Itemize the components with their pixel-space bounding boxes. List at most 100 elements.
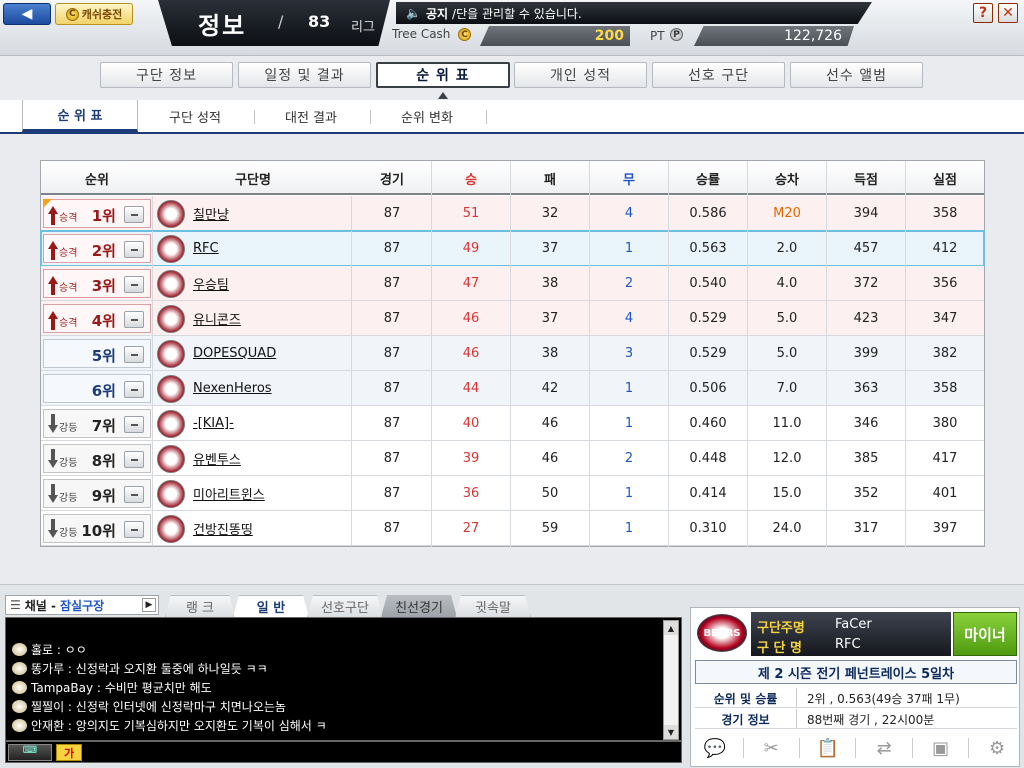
cell-gb: 7.0 bbox=[776, 381, 798, 396]
team-logo-icon bbox=[157, 514, 185, 543]
tab-standings[interactable]: 순 위 표 bbox=[376, 62, 510, 88]
scroll-up-icon[interactable]: ▲ bbox=[664, 621, 678, 635]
rank-minus-button[interactable] bbox=[124, 416, 144, 433]
tab-schedule[interactable]: 일정 및 결과 bbox=[238, 62, 371, 88]
tab-player-album[interactable]: 선수 앨범 bbox=[790, 62, 923, 88]
rank-info-row: 순위 및 승률 2위 , 0.563(49승 37패 1무) bbox=[695, 688, 1017, 708]
chat-bubble-icon[interactable]: 💬 bbox=[703, 737, 727, 759]
chat-tab-favorite[interactable]: 선호구단 bbox=[307, 595, 383, 617]
pt-coin-icon: P bbox=[670, 28, 683, 41]
rank-minus-button[interactable] bbox=[124, 276, 144, 293]
game-info-value: 88번째 경기 , 22시00분 bbox=[807, 712, 935, 727]
header-losses: 패 bbox=[544, 172, 556, 188]
notice-label: 공지 bbox=[425, 6, 449, 21]
channel-selector[interactable]: ☰ 채널 - 잠실구장 ▶ bbox=[5, 595, 159, 615]
my-team-header: 구단주명 FaCer 구 단 명 RFC bbox=[751, 612, 951, 656]
team-name-link[interactable]: 유니콘즈 bbox=[193, 309, 241, 328]
subtab-standings[interactable]: 순 위 표 bbox=[22, 100, 138, 132]
notice-text: /단을 관리할 수 있습니다. bbox=[452, 6, 582, 21]
chat-tab-general[interactable]: 일 반 bbox=[233, 595, 309, 617]
settings-icon[interactable]: ⚙ bbox=[985, 737, 1009, 759]
rank-minus-button[interactable] bbox=[124, 486, 144, 503]
rank-minus-button[interactable] bbox=[124, 206, 144, 223]
clipboard-icon[interactable]: 📋 bbox=[816, 737, 840, 759]
back-button[interactable]: ◀ bbox=[3, 3, 51, 25]
rank-minus-button[interactable] bbox=[124, 241, 144, 258]
team-name-link[interactable]: 유벤투스 bbox=[193, 449, 241, 468]
table-row[interactable]: 승격 4위 유니콘즈 87 46 37 4 0.529 5.0 423 347 bbox=[41, 301, 984, 336]
cell-g: 87 bbox=[383, 276, 401, 291]
scroll-down-icon[interactable]: ▼ bbox=[664, 725, 678, 739]
team-name-link[interactable]: 우승팀 bbox=[193, 274, 229, 293]
league-info-panel: 정보 / 83 리그 bbox=[158, 0, 390, 46]
cell-pct: 0.460 bbox=[689, 416, 727, 431]
team-name-link[interactable]: DOPESQUAD bbox=[193, 346, 276, 361]
table-row[interactable]: 승격 1위 칠만냥 87 51 32 4 0.586 M20 394 358 bbox=[41, 196, 984, 231]
team-name-link[interactable]: RFC bbox=[193, 241, 219, 256]
cell-ra: 347 bbox=[932, 311, 958, 326]
rank-box: 승격 4위 bbox=[43, 304, 151, 333]
relegation-arrow-icon bbox=[48, 484, 58, 504]
tab-player-stats[interactable]: 개인 성적 bbox=[514, 62, 647, 88]
subtab-divider bbox=[254, 110, 255, 124]
cell-d: 4 bbox=[624, 311, 634, 326]
subtab-matchups[interactable]: 대전 결과 bbox=[256, 100, 366, 132]
team-name: RFC bbox=[835, 637, 861, 652]
team-name-link[interactable]: 미아리트윈스 bbox=[193, 484, 265, 503]
team-name-link[interactable]: 칠만냥 bbox=[193, 204, 229, 223]
subtab-rank-changes[interactable]: 순위 변화 bbox=[372, 100, 482, 132]
subtab-team-stats[interactable]: 구단 성적 bbox=[140, 100, 250, 132]
chat-tab-friendly[interactable]: 친선경기 bbox=[381, 595, 457, 617]
help-button[interactable]: ? bbox=[973, 3, 993, 23]
promotion-arrow-icon bbox=[48, 311, 58, 331]
rank-minus-button[interactable] bbox=[124, 381, 144, 398]
team-name-link[interactable]: NexenHeros bbox=[193, 381, 272, 396]
cell-pct: 0.310 bbox=[689, 521, 727, 536]
coin-box-icon[interactable]: ▣ bbox=[929, 737, 953, 759]
game-info-row: 경기 정보 88번째 경기 , 22시00분 bbox=[695, 709, 1017, 729]
tools-icon[interactable]: ✂ bbox=[759, 737, 783, 759]
chat-tab-whisper[interactable]: 귓속말 bbox=[455, 595, 531, 617]
tab-team-info[interactable]: 구단 정보 bbox=[100, 62, 233, 88]
table-row[interactable]: 승격 2위 RFC 87 49 37 1 0.563 2.0 457 412 bbox=[40, 230, 985, 267]
rank-minus-button[interactable] bbox=[124, 311, 144, 328]
rank-minus-button[interactable] bbox=[124, 451, 144, 468]
user-level-icon bbox=[12, 699, 27, 713]
team-cell: 유벤투스 bbox=[154, 441, 352, 476]
table-row[interactable]: 강등 9위 미아리트윈스 87 36 50 1 0.414 15.0 352 401 bbox=[41, 476, 984, 511]
table-row[interactable]: 5위 DOPESQUAD 87 46 38 3 0.529 5.0 399 382 bbox=[41, 336, 984, 371]
tool-icon-bar: 💬 ✂ 📋 ⇄ ▣ ⚙ bbox=[695, 734, 1017, 762]
chat-option-button[interactable]: ⌨ bbox=[8, 744, 52, 761]
column-divider bbox=[905, 161, 906, 547]
cell-g: 87 bbox=[383, 381, 401, 396]
chat-tab-rank[interactable]: 랭 크 bbox=[165, 595, 235, 617]
header-pct: 승률 bbox=[696, 172, 720, 188]
tab-favorite-team[interactable]: 선호 구단 bbox=[652, 62, 785, 88]
speaker-icon: 🔈 bbox=[406, 6, 421, 20]
table-row[interactable]: 강등 7위 -[KIA]- 87 40 46 1 0.460 11.0 346 380 bbox=[41, 406, 984, 441]
close-button[interactable]: ✕ bbox=[998, 3, 1018, 23]
list-icon: ☰ bbox=[10, 598, 21, 612]
cash-charge-button[interactable]: C 캐쉬충전 bbox=[55, 3, 133, 25]
input-language-toggle[interactable]: 가 bbox=[56, 744, 82, 761]
chat-scrollbar[interactable]: ▲ ▼ bbox=[663, 620, 679, 740]
rank-box: 강등 8위 bbox=[43, 444, 151, 473]
minor-league-button[interactable]: 마이너 bbox=[953, 612, 1017, 656]
table-row[interactable]: 강등 10위 건방진똥띵 87 27 59 1 0.310 24.0 317 397 bbox=[41, 511, 984, 546]
team-logo-icon bbox=[157, 199, 185, 228]
chat-message-text: TampaBay : 수비만 평균치만 해도 bbox=[31, 680, 212, 695]
table-row[interactable]: 승격 3위 우승팀 87 47 38 2 0.540 4.0 372 356 bbox=[41, 266, 984, 301]
header-runs-allowed: 실점 bbox=[933, 172, 957, 188]
pt-label: PT bbox=[650, 29, 665, 43]
channel-next-icon[interactable]: ▶ bbox=[142, 598, 156, 612]
trade-icon[interactable]: ⇄ bbox=[872, 737, 896, 759]
rank-minus-button[interactable] bbox=[124, 521, 144, 538]
cell-rs: 423 bbox=[853, 311, 879, 326]
table-row[interactable]: 강등 8위 유벤투스 87 39 46 2 0.448 12.0 385 417 bbox=[41, 441, 984, 476]
chat-input[interactable] bbox=[86, 743, 678, 761]
rank-minus-button[interactable] bbox=[124, 346, 144, 363]
team-name-link[interactable]: 건방진똥띵 bbox=[193, 519, 253, 538]
pt-value: 122,726 bbox=[694, 26, 854, 46]
team-name-link[interactable]: -[KIA]- bbox=[193, 416, 234, 431]
table-row[interactable]: 6위 NexenHeros 87 44 42 1 0.506 7.0 363 358 bbox=[41, 371, 984, 406]
